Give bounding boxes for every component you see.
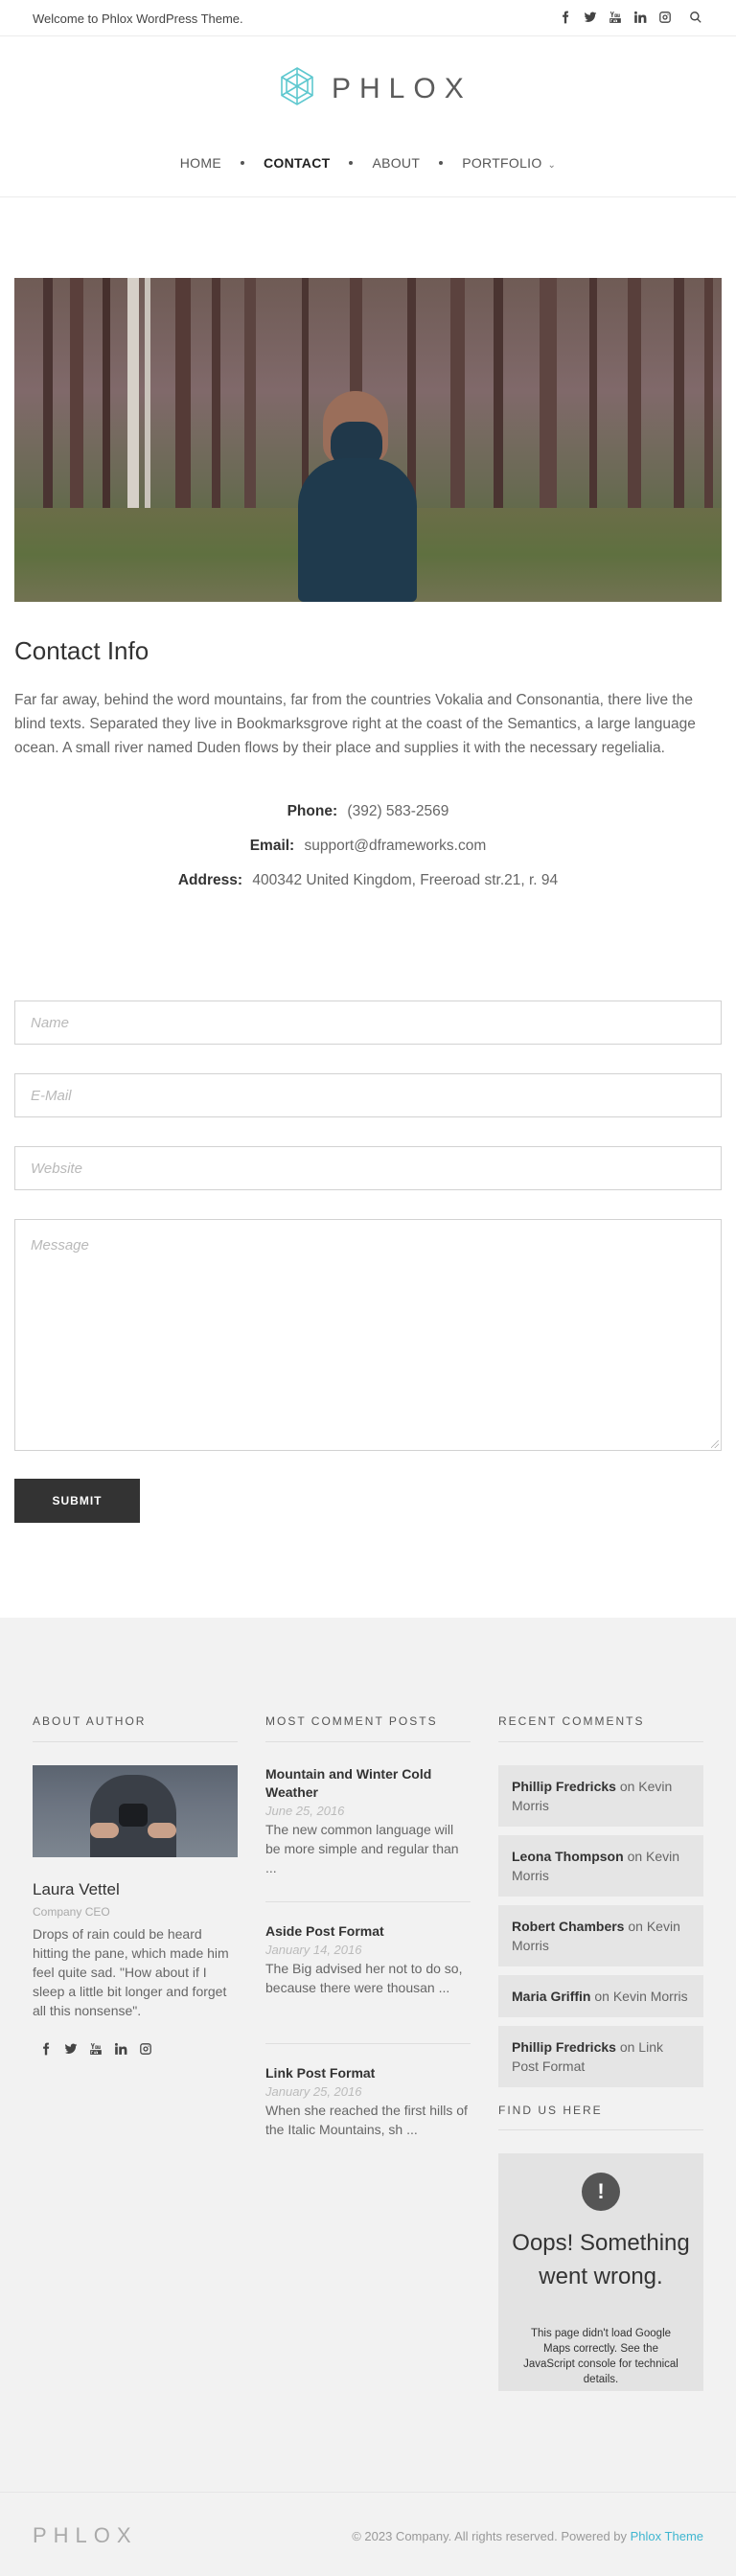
youtube-icon[interactable] [608,8,623,27]
name-field[interactable]: Name [14,1000,722,1045]
author-photo [33,1765,238,1857]
contact-address: Address: 400342 United Kingdom, Freeroad… [0,872,736,889]
search-icon[interactable] [688,8,703,27]
logo-mark-icon [276,65,318,112]
post-item: Mountain and Winter Cold Weather June 25… [265,1765,471,1877]
post-title[interactable]: Aside Post Format [265,1922,471,1941]
comment-author[interactable]: Phillip Fredricks [512,2039,616,2055]
site-header: PHLOX HOME CONTACT ABOUT PORTFOLIO ⌄ [0,36,736,197]
message-field[interactable]: Message [14,1219,722,1451]
submit-button[interactable]: SUBMIT [14,1479,140,1523]
hero-image [14,278,722,602]
author-role: Company CEO [33,1905,110,1919]
website-placeholder: Website [31,1161,82,1177]
nav-item-about[interactable]: ABOUT [353,155,439,171]
email-field[interactable]: E-Mail [14,1073,722,1117]
divider [498,1741,703,1742]
main-nav: HOME CONTACT ABOUT PORTFOLIO ⌄ [0,155,736,171]
nav-item-portfolio[interactable]: PORTFOLIO ⌄ [443,155,575,171]
comment-item: Leona Thompson on Kevin Morris [498,1835,703,1897]
post-date: January 14, 2016 [265,1943,362,1957]
author-social-links [38,2039,153,2058]
copyright-text: © 2023 Company. All rights reserved. Pow… [352,2529,628,2543]
top-bar: Welcome to Phlox WordPress Theme. [0,0,736,36]
map-error-detail: This page didn't load Google Maps correc… [523,2328,678,2385]
post-excerpt: The Big advised her not to do so, becaus… [265,1961,463,1995]
nav-item-portfolio-label: PORTFOLIO [462,155,542,171]
divider [498,2129,703,2130]
comment-item: Maria Griffin on Kevin Morris [498,1975,703,2017]
website-field[interactable]: Website [14,1146,722,1190]
post-excerpt: The new common language will be more sim… [265,1822,459,1875]
post-excerpt: When she reached the first hills of the … [265,2103,468,2137]
comment-post[interactable]: Kevin Morris [613,1989,688,2004]
divider [265,1741,471,1742]
comment-on: on [627,1849,643,1864]
twitter-icon[interactable] [63,2039,79,2058]
welcome-text: Welcome to Phlox WordPress Theme. [33,12,243,26]
post-item: Aside Post Format January 14, 2016 The B… [265,1922,471,1997]
about-author-title: ABOUT AUTHOR [33,1714,147,1728]
comment-on: on [619,2039,635,2055]
most-comment-posts-title: MOST COMMENT POSTS [265,1714,438,1728]
comment-on: on [594,1989,610,2004]
nav-item-contact[interactable]: CONTACT [244,155,350,171]
post-title[interactable]: Link Post Format [265,2064,471,2082]
comment-author[interactable]: Maria Griffin [512,1989,590,2004]
contact-title: Contact Info [14,636,150,665]
comment-author[interactable]: Leona Thompson [512,1849,624,1864]
youtube-icon[interactable] [88,2039,104,2058]
email-value[interactable]: support@dframeworks.com [305,838,487,854]
chevron-down-icon: ⌄ [547,160,557,171]
facebook-icon[interactable] [558,8,573,27]
site-logo[interactable]: PHLOX [276,65,472,112]
twitter-icon[interactable] [583,8,598,27]
comment-item: Robert Chambers on Kevin Morris [498,1905,703,1966]
name-placeholder: Name [31,1015,70,1031]
map-embed: ! Oops! Something went wrong. This page … [498,2153,703,2391]
comment-author[interactable]: Robert Chambers [512,1919,624,1934]
find-us-title: FIND US HERE [498,2104,603,2117]
footer-logo[interactable]: PHLOX [33,2523,138,2548]
contact-phone: Phone: (392) 583-2569 [0,803,736,820]
post-date: January 25, 2016 [265,2084,362,2099]
nav-item-home[interactable]: HOME [161,155,241,171]
instagram-icon[interactable] [657,8,673,27]
map-error-title: Oops! Something went wrong. [512,2230,690,2289]
contact-description: Far far away, behind the word mountains,… [14,692,696,756]
message-placeholder: Message [31,1237,89,1254]
post-title[interactable]: Mountain and Winter Cold Weather [265,1765,471,1802]
divider [33,1741,238,1742]
comment-item: Phillip Fredricks on Link Post Format [498,2026,703,2087]
resize-handle[interactable] [711,1440,719,1448]
divider [265,1901,471,1902]
email-placeholder: E-Mail [31,1088,72,1104]
divider [265,2043,471,2044]
address-label: Address: [177,872,243,888]
instagram-icon[interactable] [138,2039,153,2058]
phone-value: (392) 583-2569 [347,803,449,819]
contact-email: Email: support@dframeworks.com [0,838,736,855]
comment-item: Phillip Fredricks on Kevin Morris [498,1765,703,1827]
linkedin-icon[interactable] [113,2039,128,2058]
comment-author[interactable]: Phillip Fredricks [512,1779,616,1794]
copyright: © 2023 Company. All rights reserved. Pow… [352,2529,703,2543]
recent-comments-title: RECENT COMMENTS [498,1714,645,1728]
author-name: Laura Vettel [33,1880,120,1898]
top-social-links [558,8,703,27]
facebook-icon[interactable] [38,2039,54,2058]
bottom-bar: PHLOX © 2023 Company. All rights reserve… [0,2492,736,2576]
comment-on: on [628,1919,643,1934]
post-item: Link Post Format January 25, 2016 When s… [265,2064,471,2139]
author-bio: Drops of rain could be heard hitting the… [33,1926,229,2018]
logo-text: PHLOX [332,72,472,104]
linkedin-icon[interactable] [632,8,648,27]
warning-icon: ! [582,2173,620,2211]
comment-on: on [619,1779,635,1794]
address-value: 400342 United Kingdom, Freeroad str.21, … [252,872,559,888]
post-date: June 25, 2016 [265,1804,345,1818]
phone-label: Phone: [287,803,338,819]
theme-link[interactable]: Phlox Theme [631,2529,703,2543]
email-label: Email: [249,838,295,854]
